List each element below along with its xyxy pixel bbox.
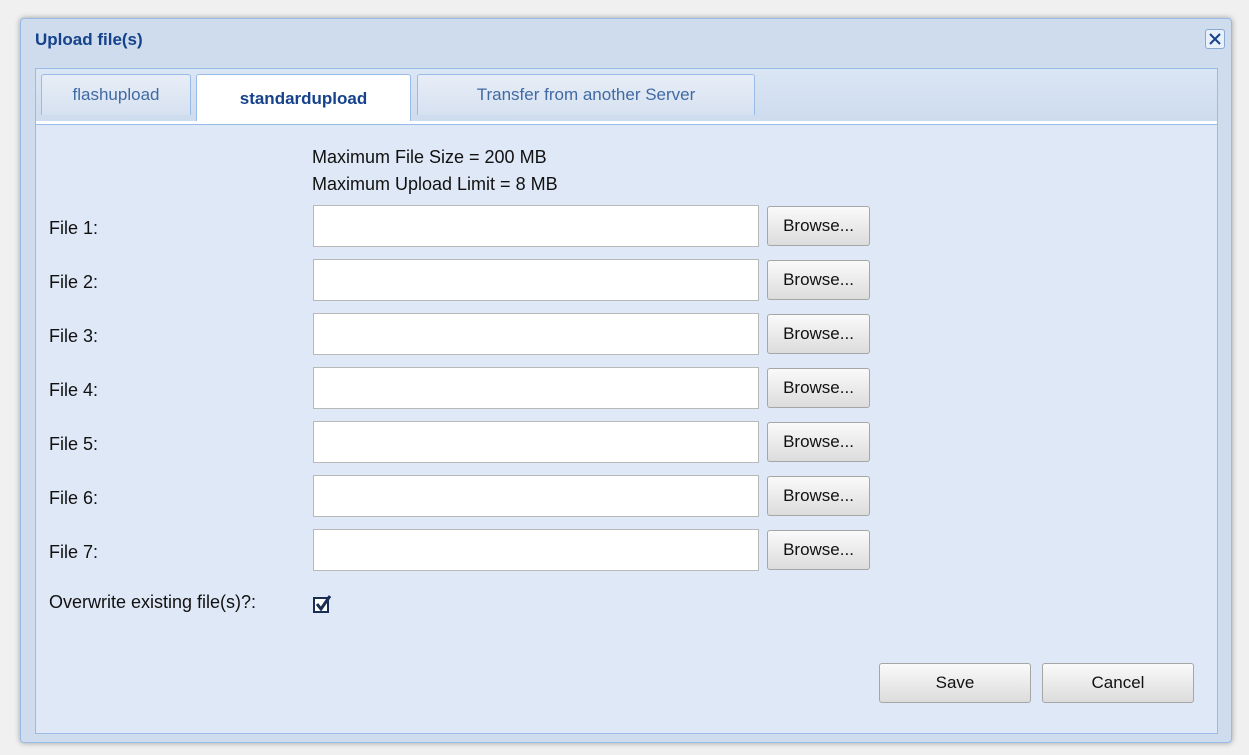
file-3-browse-button[interactable]: Browse... bbox=[767, 314, 870, 354]
file-6-browse-button[interactable]: Browse... bbox=[767, 476, 870, 516]
file-7-input[interactable] bbox=[313, 529, 759, 571]
overwrite-checkbox[interactable] bbox=[313, 595, 332, 613]
tab-standardupload[interactable]: standardupload bbox=[196, 74, 411, 123]
file-7-browse-button[interactable]: Browse... bbox=[767, 530, 870, 570]
close-button[interactable] bbox=[1205, 29, 1225, 49]
file-1-input[interactable] bbox=[313, 205, 759, 247]
file-3-label: File 3: bbox=[49, 326, 99, 346]
file-2-browse-button[interactable]: Browse... bbox=[767, 260, 870, 300]
cancel-button[interactable]: Cancel bbox=[1042, 663, 1194, 703]
overwrite-label: Overwrite existing file(s)?: bbox=[49, 592, 257, 612]
file-3-input[interactable] bbox=[313, 313, 759, 355]
file-1-label: File 1: bbox=[49, 218, 99, 238]
dialog-title: Upload file(s) bbox=[35, 30, 143, 49]
close-icon bbox=[1209, 33, 1221, 45]
max-upload-limit-text: Maximum Upload Limit = 8 MB bbox=[312, 174, 558, 194]
file-2-label: File 2: bbox=[49, 272, 99, 292]
file-6-label: File 6: bbox=[49, 488, 99, 508]
tab-flashupload[interactable]: flashupload bbox=[41, 74, 191, 115]
file-7-label: File 7: bbox=[49, 542, 99, 562]
checkmark-icon bbox=[313, 595, 332, 613]
dialog-titlebar: Upload file(s) bbox=[21, 19, 1231, 63]
file-4-input[interactable] bbox=[313, 367, 759, 409]
upload-dialog: Upload file(s) flashupload standarduploa… bbox=[20, 18, 1232, 743]
file-4-browse-button[interactable]: Browse... bbox=[767, 368, 870, 408]
tab-strip: flashupload standardupload Transfer from… bbox=[35, 68, 1218, 123]
file-1-browse-button[interactable]: Browse... bbox=[767, 206, 870, 246]
file-5-label: File 5: bbox=[49, 434, 99, 454]
file-2-input[interactable] bbox=[313, 259, 759, 301]
tab-transfer-from-another-server[interactable]: Transfer from another Server bbox=[417, 74, 755, 115]
file-5-browse-button[interactable]: Browse... bbox=[767, 422, 870, 462]
file-5-input[interactable] bbox=[313, 421, 759, 463]
upload-form-panel: Maximum File Size = 200 MB Maximum Uploa… bbox=[35, 124, 1218, 734]
max-file-size-text: Maximum File Size = 200 MB bbox=[312, 147, 547, 167]
file-6-input[interactable] bbox=[313, 475, 759, 517]
file-4-label: File 4: bbox=[49, 380, 99, 400]
save-button[interactable]: Save bbox=[879, 663, 1031, 703]
